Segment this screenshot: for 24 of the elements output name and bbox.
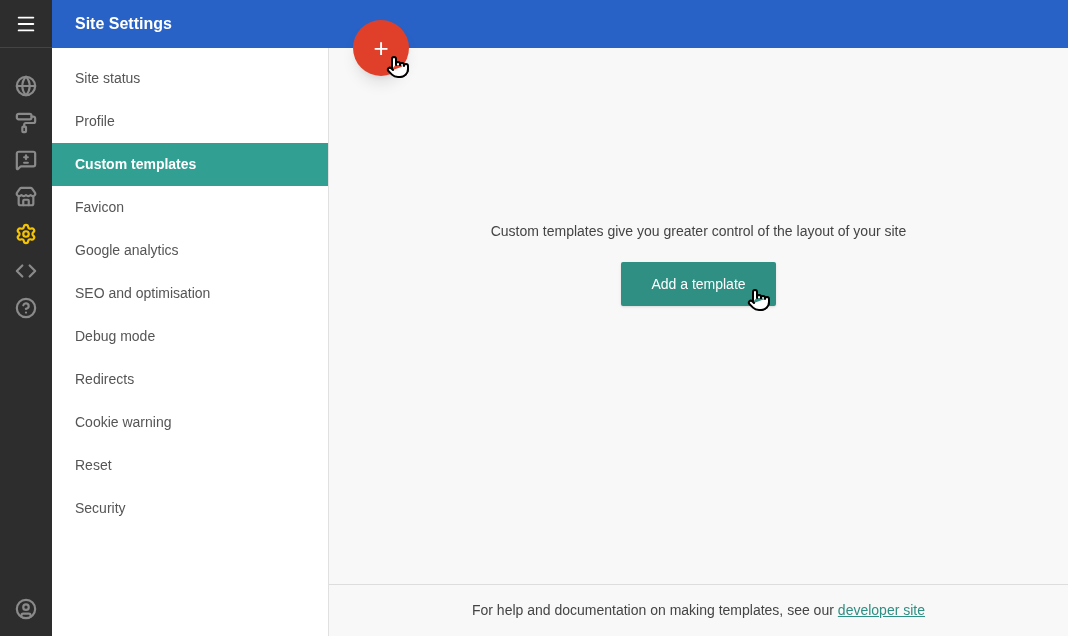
sidebar-item[interactable]: Debug mode xyxy=(52,315,328,358)
sidebar-item[interactable]: Security xyxy=(52,487,328,530)
sidebar-item[interactable]: Redirects xyxy=(52,358,328,401)
footer-text: For help and documentation on making templates, see our xyxy=(471,601,834,620)
hand-cursor-icon xyxy=(386,55,410,79)
paint-roller-icon[interactable] xyxy=(15,112,37,134)
sidebar-item[interactable]: Profile xyxy=(52,100,328,143)
help-icon[interactable] xyxy=(15,297,37,319)
add-template-button[interactable]: Add a template xyxy=(621,262,776,306)
settings-icon[interactable] xyxy=(15,223,37,245)
developer-site-link[interactable]: developer site xyxy=(837,600,926,621)
store-icon[interactable] xyxy=(15,186,37,208)
sidebar-item[interactable]: Site status xyxy=(52,57,328,100)
globe-icon[interactable] xyxy=(15,75,37,97)
sidebar-item[interactable]: Favicon xyxy=(52,186,328,229)
sidebar-item[interactable]: Google analytics xyxy=(52,229,328,272)
sidebar-item[interactable]: Reset xyxy=(52,444,328,487)
speech-bubble-icon[interactable] xyxy=(15,149,37,171)
sidebar-item[interactable]: SEO and optimisation xyxy=(52,272,328,315)
account-icon[interactable] xyxy=(15,598,37,620)
page-title: Site Settings xyxy=(75,14,172,34)
sidebar-item[interactable]: Cookie warning xyxy=(52,401,328,444)
info-text: Custom templates give you greater control of the layout of your site xyxy=(490,222,907,241)
hand-cursor-icon xyxy=(747,288,771,312)
